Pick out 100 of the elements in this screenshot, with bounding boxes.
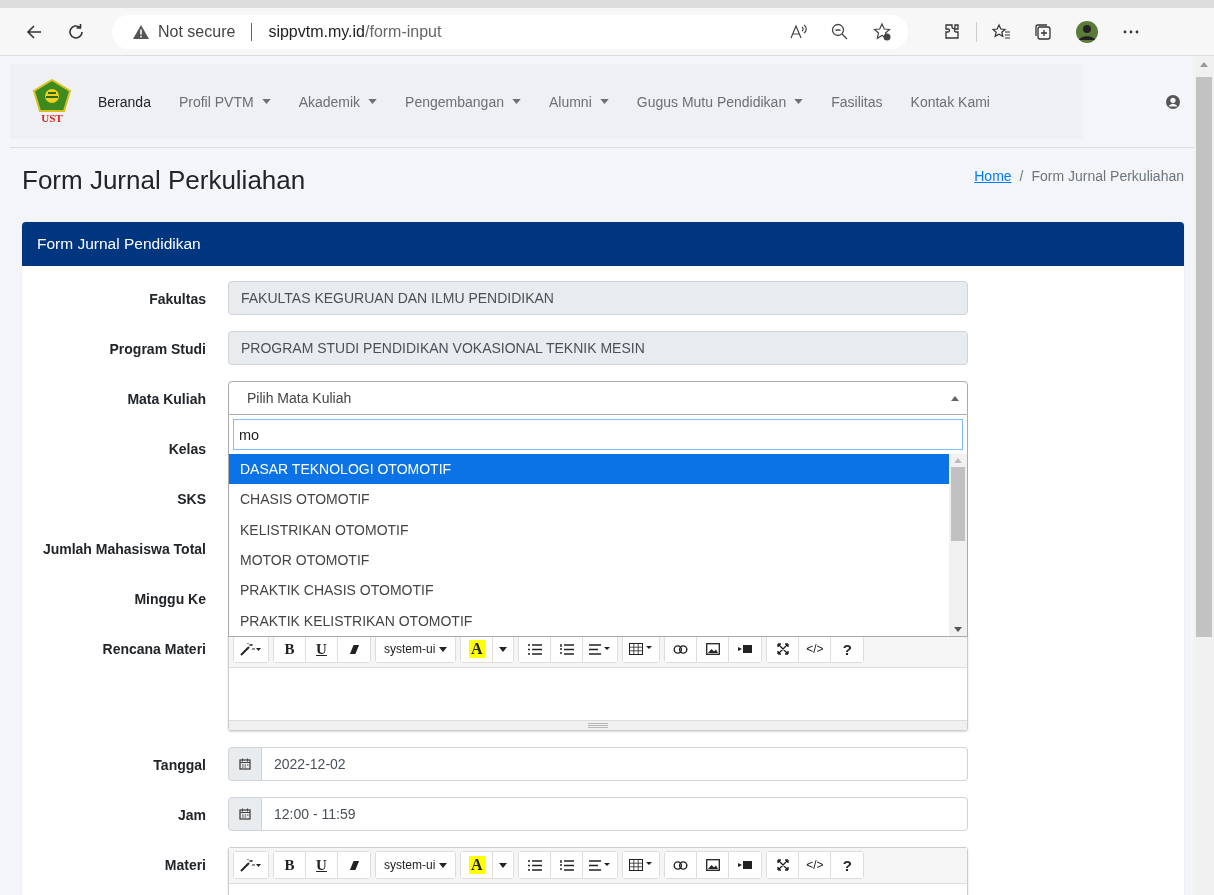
- style-button[interactable]: [234, 636, 268, 662]
- bullet-list-icon: [527, 643, 542, 655]
- bold-button[interactable]: B: [274, 636, 306, 662]
- profile-avatar-icon[interactable]: [1075, 19, 1099, 44]
- style-button[interactable]: [234, 852, 268, 878]
- field-label: Jam: [176, 806, 206, 825]
- caret-icon: [368, 99, 378, 104]
- bold-button[interactable]: B: [274, 852, 306, 878]
- caret-icon: [794, 99, 804, 104]
- link-icon: [673, 860, 689, 870]
- dropdown-option[interactable]: KELISTRIKAN OTOMOTIF: [229, 514, 949, 545]
- user-icon[interactable]: [1166, 94, 1180, 109]
- caret-icon: [439, 646, 448, 652]
- caret-icon: [439, 862, 448, 868]
- caret-up-icon: [951, 395, 959, 401]
- nav-link[interactable]: Pengembangan: [405, 93, 521, 110]
- select-placeholder: Pilih Mata Kuliah: [247, 390, 352, 406]
- field-label: Program Studi: [108, 340, 206, 359]
- breadcrumb-current: Form Jurnal Perkuliahan: [1031, 168, 1184, 184]
- numbered-list-icon: [559, 643, 574, 655]
- field-label: SKS: [176, 490, 206, 509]
- table-icon: [629, 643, 654, 655]
- security-label: Not secure: [158, 22, 236, 41]
- resize-handle[interactable]: [229, 720, 967, 730]
- field-label: Fakultas: [148, 290, 206, 309]
- fullscreen-icon: [776, 859, 789, 871]
- readonly-field: PROGRAM STUDI PENDIDIKAN VOKASIONAL TEKNIK MESIN: [228, 331, 968, 365]
- address-bar[interactable]: Not secure sippvtm.my.id/form-input: [112, 14, 908, 49]
- nav-link[interactable]: Beranda: [98, 93, 151, 110]
- dropdown-option[interactable]: CHASIS OTOMOTIF: [229, 484, 949, 515]
- fullscreen-button[interactable]: [767, 852, 800, 878]
- scrollbar[interactable]: [949, 454, 967, 636]
- eraser-icon: [348, 643, 360, 655]
- extensions-icon[interactable]: [942, 21, 962, 42]
- fullscreen-icon: [776, 643, 789, 655]
- bullet-list-icon: [527, 859, 542, 871]
- refresh-icon[interactable]: [66, 21, 86, 42]
- grip-icon: [588, 723, 608, 728]
- text-color-button[interactable]: A: [461, 852, 494, 878]
- magic-wand-icon: [240, 858, 262, 872]
- logo-icon: [32, 79, 72, 113]
- dropdown-option[interactable]: DASAR TEKNOLOGI OTOMOTIF: [229, 454, 949, 485]
- date-input[interactable]: 12:00 - 11:59: [262, 797, 968, 831]
- field-label: Minggu Ke: [133, 590, 206, 609]
- table-button[interactable]: [623, 636, 660, 662]
- nav-link[interactable]: Kontak Kami: [910, 93, 990, 110]
- link-button[interactable]: [665, 852, 698, 878]
- favorite-add-icon[interactable]: [872, 21, 892, 42]
- numbered-list-icon: [559, 859, 574, 871]
- calendar-addon[interactable]: [228, 747, 262, 781]
- nav-link[interactable]: Profil PVTM: [178, 93, 271, 110]
- date-input[interactable]: 2022-12-02: [262, 747, 968, 781]
- warning-icon: [132, 23, 150, 40]
- caret-icon: [511, 99, 521, 104]
- bullet-list-button[interactable]: [519, 852, 552, 878]
- field-label: Tanggal: [152, 756, 206, 775]
- breadcrumb-link[interactable]: Home: [974, 168, 1012, 184]
- select-field[interactable]: Pilih Mata Kuliah: [228, 381, 968, 415]
- search-input[interactable]: mo: [233, 419, 963, 450]
- caret-icon: [499, 646, 508, 652]
- text-color-button[interactable]: A: [461, 636, 494, 662]
- align-icon: [589, 643, 612, 655]
- caret-icon: [499, 862, 508, 868]
- nav-link[interactable]: Fasilitas: [831, 93, 883, 110]
- page-title: Form Jurnal Perkuliahan: [22, 164, 306, 196]
- link-icon: [673, 644, 689, 654]
- table-icon: [629, 859, 654, 871]
- bullet-list-button[interactable]: [519, 636, 552, 662]
- nav-link[interactable]: Akademik: [298, 93, 378, 110]
- link-button[interactable]: [665, 636, 698, 662]
- caret-icon: [261, 99, 271, 104]
- scroll-thumb[interactable]: [951, 467, 965, 541]
- eraser-icon: [348, 859, 360, 871]
- calendar-icon: [239, 758, 251, 770]
- calendar-addon[interactable]: [228, 797, 262, 831]
- scroll-thumb[interactable]: [1196, 77, 1212, 637]
- field-label: Kelas: [167, 440, 206, 459]
- magic-wand-icon: [240, 642, 262, 656]
- image-icon: [705, 859, 720, 871]
- calendar-icon: [239, 808, 251, 820]
- nav-link[interactable]: Gugus Mutu Pendidikan: [636, 93, 804, 110]
- readonly-field: FAKULTAS KEGURUAN DAN ILMU PENDIDIKAN: [228, 281, 968, 315]
- dropdown-option[interactable]: MOTOR OTOMOTIF: [229, 544, 949, 576]
- video-icon: [738, 860, 753, 870]
- logo-text: UST: [41, 113, 63, 124]
- caret-icon: [599, 99, 609, 104]
- url-text: sippvtm.my.id/form-input: [268, 22, 442, 41]
- field-label: Mata Kuliah: [126, 390, 206, 409]
- font-family-button[interactable]: system-ui: [376, 852, 456, 878]
- nav-link[interactable]: Alumni: [548, 93, 609, 110]
- video-icon: [738, 644, 753, 654]
- font-family-button[interactable]: system-ui: [376, 636, 456, 662]
- collections-icon[interactable]: [1033, 21, 1053, 42]
- table-button[interactable]: [623, 852, 660, 878]
- fullscreen-button[interactable]: [767, 636, 800, 662]
- zoom-out-icon[interactable]: [830, 21, 850, 42]
- dropdown-option[interactable]: PRAKTIK KELISTRIKAN OTOMOTIF: [229, 605, 949, 636]
- dropdown-option[interactable]: PRAKTIK CHASIS OTOMOTIF: [229, 575, 949, 606]
- page-scrollbar[interactable]: [1194, 56, 1214, 895]
- card-title: Form Jurnal Pendidikan: [37, 235, 201, 253]
